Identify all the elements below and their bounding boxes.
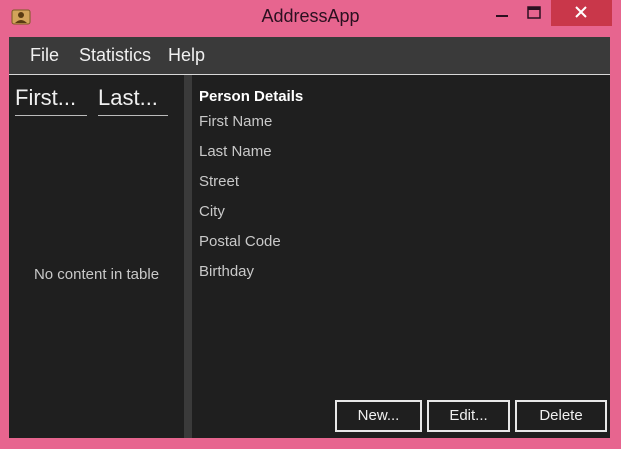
edit-button[interactable]: Edit... [427, 400, 510, 432]
maximize-button[interactable] [520, 0, 548, 26]
close-icon [575, 6, 587, 18]
label-city: City [199, 203, 225, 220]
menu-help[interactable]: Help [168, 45, 205, 66]
label-last-name: Last Name [199, 143, 272, 160]
new-button[interactable]: New... [335, 400, 422, 432]
empty-table-message: No content in table [33, 266, 160, 283]
minimize-icon [496, 15, 508, 17]
menu-file[interactable]: File [30, 45, 59, 66]
close-button[interactable] [551, 0, 612, 26]
label-first-name: First Name [199, 113, 273, 130]
details-title: Person Details [199, 88, 304, 105]
person-table[interactable]: First... Last... No content in table [9, 75, 184, 438]
label-street: Street [199, 173, 240, 190]
minimize-button[interactable] [488, 0, 516, 26]
column-header-last-name[interactable]: Last... [98, 85, 168, 116]
maximize-icon [527, 6, 541, 19]
label-postal-code: Postal Code [199, 233, 281, 250]
split-pane-divider[interactable] [184, 75, 192, 438]
label-birthday: Birthday [199, 263, 255, 280]
menu-bar: File Statistics Help [9, 37, 610, 74]
main-content: First... Last... No content in table Per… [9, 75, 610, 438]
column-header-first-name[interactable]: First... [15, 85, 87, 116]
app-window: AddressApp File Statistics Help First... [0, 0, 621, 449]
menu-statistics[interactable]: Statistics [79, 45, 151, 66]
title-bar[interactable]: AddressApp [0, 0, 621, 36]
person-details-pane: Person Details First Name Last Name Stre… [192, 75, 610, 438]
delete-button[interactable]: Delete [515, 400, 607, 432]
